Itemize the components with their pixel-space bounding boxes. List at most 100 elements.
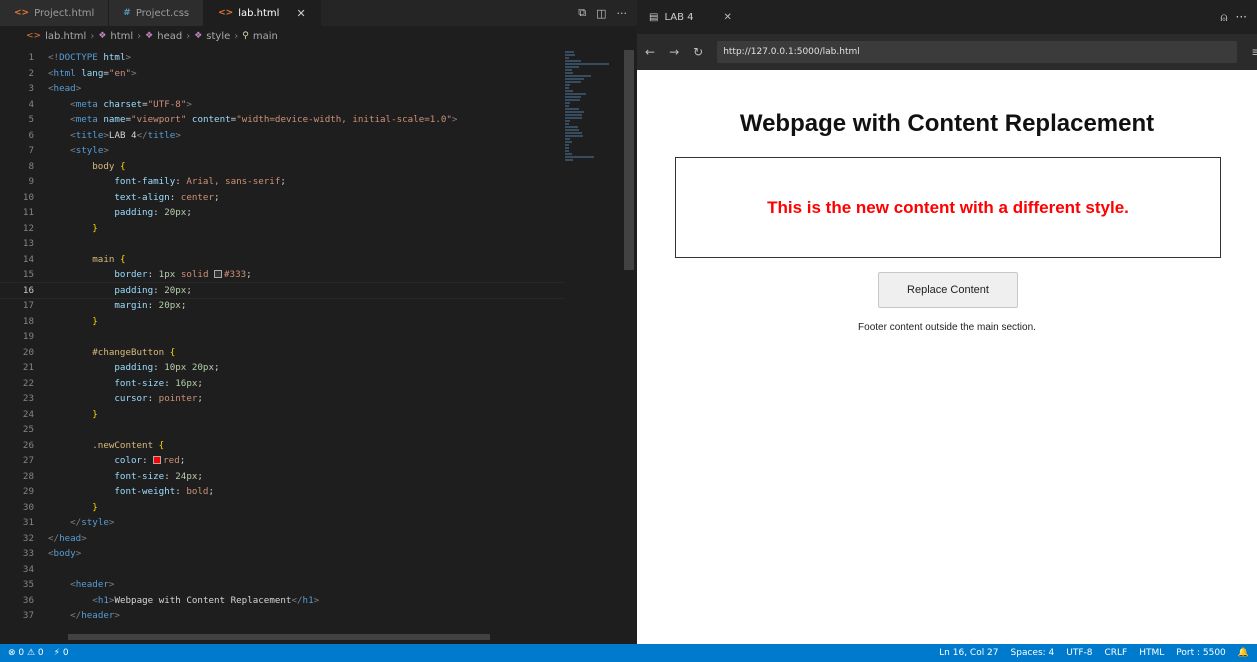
code-line[interactable]: 9 font-family: Arial, sans-serif; <box>0 174 565 190</box>
code-line[interactable]: 8 body { <box>0 159 565 175</box>
minimap-line <box>565 51 574 53</box>
code-line[interactable]: 2 <html lang="en"> <box>0 66 565 82</box>
code-line[interactable]: 14 main { <box>0 252 565 268</box>
code-token: > <box>131 67 137 79</box>
code-line[interactable]: 13 <box>0 236 565 252</box>
cursor-position[interactable]: Ln 16, Col 27 <box>939 648 998 658</box>
replace-content-button[interactable]: Replace Content <box>878 272 1018 308</box>
html-file-icon: <> <box>14 8 30 18</box>
close-icon[interactable]: ✕ <box>296 7 305 20</box>
code-line[interactable]: 23 cursor: pointer; <box>0 391 565 407</box>
code-line[interactable]: 3 <head> <box>0 81 565 97</box>
editor-tabbar: <> Project.html # Project.css <> lab.htm… <box>0 0 637 26</box>
code-line[interactable]: 19 <box>0 329 565 345</box>
line-ending[interactable]: CRLF <box>1105 648 1128 658</box>
tab-lab-html[interactable]: <> lab.html ✕ <box>204 0 321 26</box>
breadcrumb-item[interactable]: html <box>110 31 133 42</box>
code-token: "width=device-width, initial-scale=1.0" <box>236 114 452 125</box>
live-server-port[interactable]: Port : 5500 <box>1176 648 1226 658</box>
language-mode[interactable]: HTML <box>1139 648 1164 658</box>
split-editor-icon[interactable]: ◫ <box>596 7 606 20</box>
color-swatch[interactable] <box>214 270 223 278</box>
code-line[interactable]: 15 border: 1px solid #333; <box>0 267 565 283</box>
code-token: text-align <box>114 191 170 203</box>
code-token: > <box>108 579 115 590</box>
code-token: color <box>114 455 143 466</box>
code-line[interactable]: 20 #changeButton { <box>0 345 565 361</box>
code-line[interactable]: 16 padding: 20px; <box>0 281 565 299</box>
problems-indicator[interactable]: ⊗ 0 ⚠ 0 <box>8 648 44 658</box>
browser-tab[interactable]: ▤ LAB 4 ✕ <box>637 12 744 23</box>
close-icon[interactable]: ✕ <box>724 12 732 23</box>
code-line[interactable]: 10 text-align: center; <box>0 190 565 206</box>
code-token: ; <box>197 393 203 404</box>
ports-indicator[interactable]: ⚡ 0 <box>54 648 69 658</box>
code-line[interactable]: 17 margin: 20px; <box>0 298 565 314</box>
code-line[interactable]: 7 <style> <box>0 143 565 159</box>
code-line[interactable]: 21 padding: 10px 20px; <box>0 360 565 376</box>
code-line[interactable]: 22 font-size: 16px; <box>0 376 565 392</box>
code-line[interactable]: 24 } <box>0 407 565 423</box>
minimap[interactable] <box>565 50 625 161</box>
line-text: <h1>Webpage with Content Replacement</h1… <box>48 593 319 609</box>
more-actions-icon[interactable]: ··· <box>617 7 628 20</box>
code-line[interactable]: 34 <box>0 562 565 578</box>
menu-icon[interactable]: ≡ <box>1251 45 1257 59</box>
code-line[interactable]: 25 <box>0 422 565 438</box>
url-input[interactable]: http://127.0.0.1:5000/lab.html <box>717 41 1238 63</box>
more-icon[interactable]: ··· <box>1236 10 1247 24</box>
line-text: } <box>48 221 98 237</box>
code-line[interactable]: 26 .newContent { <box>0 438 565 454</box>
code-token: solid <box>175 269 215 280</box>
color-swatch[interactable] <box>153 456 162 464</box>
profile-icon[interactable]: ⍝ <box>1220 10 1227 25</box>
code-line[interactable]: 11 padding: 20px; <box>0 205 565 221</box>
minimap-line <box>565 93 586 95</box>
tab-project-css[interactable]: # Project.css <box>109 0 205 26</box>
vertical-scrollbar[interactable] <box>624 50 634 270</box>
code-token: ; <box>246 269 252 280</box>
preview-icon[interactable]: ⧉ <box>578 6 586 20</box>
code-line[interactable]: 6 <title>LAB 4</title> <box>0 128 565 144</box>
horizontal-scrollbar[interactable] <box>68 634 490 640</box>
back-icon[interactable]: ← <box>645 45 655 59</box>
code-editor[interactable]: <> Project.html # Project.css <> lab.htm… <box>0 0 637 644</box>
tab-project-html[interactable]: <> Project.html <box>0 0 110 26</box>
code-line[interactable]: 30 } <box>0 500 565 516</box>
reload-icon[interactable]: ↻ <box>693 45 703 59</box>
indentation[interactable]: Spaces: 4 <box>1011 648 1055 658</box>
minimap-line <box>565 153 573 155</box>
encoding[interactable]: UTF-8 <box>1066 648 1092 658</box>
code-line[interactable]: 36 <h1>Webpage with Content Replacement<… <box>0 593 565 609</box>
breadcrumb-item[interactable]: main <box>253 31 278 42</box>
code-line[interactable]: 27 color: red; <box>0 453 565 469</box>
code-area[interactable]: 1 <!DOCTYPE html> 2 <html lang="en"> 3 <head>… <box>0 50 565 640</box>
line-text: <meta name="viewport" content="width=dev… <box>48 112 457 128</box>
minimap-line <box>565 75 591 77</box>
code-line[interactable]: 5 <meta name="viewport" content="width=d… <box>0 112 565 128</box>
forward-icon[interactable]: → <box>669 45 679 59</box>
code-token: .newContent <box>92 439 154 451</box>
code-line[interactable]: 12 } <box>0 221 565 237</box>
code-line[interactable]: 37 </header> <box>0 608 565 624</box>
code-line[interactable]: 35 <header> <box>0 577 565 593</box>
new-content-text: This is the new content with a different… <box>767 197 1129 217</box>
breadcrumb-item[interactable]: style <box>206 31 230 42</box>
code-line[interactable]: 18 } <box>0 314 565 330</box>
code-line[interactable]: 33 <body> <box>0 546 565 562</box>
code-line[interactable]: 1 <!DOCTYPE html> <box>0 50 565 66</box>
code-line[interactable]: 31 </style> <box>0 515 565 531</box>
code-token: 20px <box>158 300 181 311</box>
line-number: 30 <box>22 501 34 513</box>
tab-label: Project.html <box>34 7 95 19</box>
breadcrumb-item[interactable]: lab.html <box>45 31 86 42</box>
line-number: 34 <box>22 563 34 575</box>
code-line[interactable]: 29 font-weight: bold; <box>0 484 565 500</box>
code-line[interactable]: 28 font-size: 24px; <box>0 469 565 485</box>
code-line[interactable]: 32 </head> <box>0 531 565 547</box>
browser-tabbar: ▤ LAB 4 ✕ ⍝ ··· <box>637 0 1257 34</box>
code-line[interactable]: 4 <meta charset="UTF-8"> <box>0 97 565 113</box>
notifications-icon[interactable]: 🔔 <box>1238 648 1249 658</box>
breadcrumb-item[interactable]: head <box>157 31 182 42</box>
